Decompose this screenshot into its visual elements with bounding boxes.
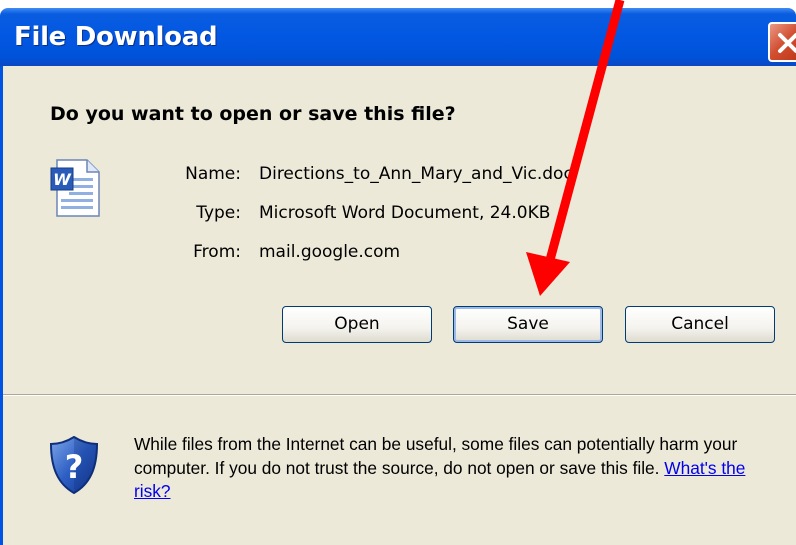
name-label: Name:	[185, 164, 241, 184]
type-label: Type:	[196, 203, 241, 223]
close-button[interactable]	[768, 22, 796, 62]
separator-highlight	[3, 395, 796, 396]
file-name-value: Directions_to_Ann_Mary_and_Vic.doc	[259, 164, 573, 184]
dialog-question: Do you want to open or save this file?	[50, 103, 456, 125]
shield-question-icon: ?	[49, 435, 99, 495]
cancel-button[interactable]: Cancel	[625, 306, 775, 343]
security-warning: While files from the Internet can be use…	[134, 433, 784, 504]
open-button[interactable]: Open	[282, 306, 432, 343]
from-label: From:	[193, 242, 241, 262]
title-bar[interactable]: File Download	[0, 8, 796, 66]
warning-text: While files from the Internet can be use…	[134, 434, 738, 478]
dialog-title: File Download	[14, 22, 218, 52]
file-download-dialog: File Download Do you want to open or sav…	[0, 0, 796, 545]
svg-text:W: W	[53, 170, 72, 189]
close-icon	[778, 33, 796, 53]
word-document-icon: W	[50, 159, 100, 217]
svg-text:?: ?	[65, 448, 84, 486]
save-button[interactable]: Save	[453, 306, 603, 343]
file-type-value: Microsoft Word Document, 24.0KB	[259, 203, 551, 223]
file-source-value: mail.google.com	[259, 242, 401, 262]
